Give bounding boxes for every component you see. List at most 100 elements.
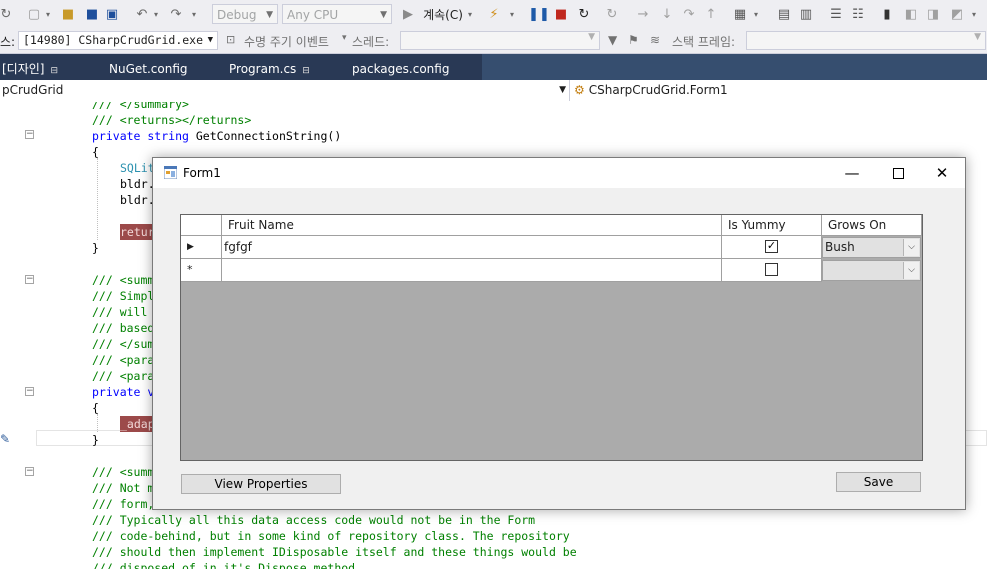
save-all-icon[interactable]: ▣	[104, 6, 120, 22]
collapse-icon[interactable]: −	[25, 467, 34, 476]
title-bar[interactable]: Form1 — ✕	[153, 158, 965, 188]
pin-icon[interactable]: ⊟	[302, 66, 310, 76]
close-button[interactable]: ✕	[919, 158, 965, 188]
outline-icon[interactable]: ▤	[776, 6, 792, 22]
keyword: private string	[92, 129, 196, 143]
maximize-button[interactable]	[875, 158, 921, 188]
collapse-icon[interactable]: −	[25, 130, 34, 139]
step-over-icon[interactable]: ↷	[682, 6, 696, 22]
view-properties-button[interactable]: View Properties	[181, 474, 341, 494]
dropdown-arrow-icon[interactable]: ▾	[970, 6, 978, 22]
next-bookmark-icon[interactable]: ◨	[926, 6, 940, 22]
show-next-statement-icon[interactable]: →	[636, 6, 650, 22]
row-header[interactable]: *	[181, 259, 222, 282]
yummy-checkbox[interactable]: ✓	[765, 240, 778, 253]
grows-on-value: Bush	[825, 240, 855, 254]
cell-is-yummy[interactable]: ✓	[722, 236, 822, 259]
new-item-icon[interactable]: ▢	[26, 6, 42, 22]
step-out-icon[interactable]: ↑	[704, 6, 718, 22]
undo-icon[interactable]: ↶	[134, 6, 150, 22]
data-grid[interactable]: Fruit Name Is Yummy Grows On ▶ fgfgf ✓ B…	[180, 214, 923, 461]
new-row-icon: *	[187, 263, 193, 276]
prev-bookmark-icon[interactable]: ◧	[904, 6, 918, 22]
save-button[interactable]: Save	[836, 472, 921, 492]
step-into-icon[interactable]: ↓	[660, 6, 674, 22]
show-threads-icon[interactable]: ≋	[650, 33, 660, 47]
flag-thread-icon[interactable]: ⚑	[628, 33, 639, 47]
cell-grows-on[interactable]: Bush ⌵	[822, 237, 921, 258]
restart-icon[interactable]: ↻	[576, 6, 592, 22]
method-signature: GetConnectionString()	[195, 129, 342, 143]
chevron-down-icon: ▼	[266, 10, 273, 20]
thread-combo[interactable]: ▼	[400, 31, 600, 50]
code-line: bldr.	[120, 177, 155, 191]
configuration-combo[interactable]: Debug ▼	[212, 4, 278, 24]
platform-value: Any CPU	[287, 8, 339, 22]
diagnostics-icon[interactable]: ▦	[732, 6, 748, 22]
type-dropdown[interactable]: ⚙ CSharpCrudGrid.Form1	[574, 80, 728, 101]
cell-grows-on[interactable]: ⌵	[822, 260, 921, 281]
lifecycle-events-icon[interactable]: ⊡	[226, 33, 235, 46]
bookmark-icon[interactable]: ▮	[880, 6, 894, 22]
column-header-is-yummy[interactable]: Is Yummy	[722, 215, 822, 236]
lifecycle-events-button[interactable]: 수명 주기 이벤트	[244, 33, 329, 50]
dropdown-button[interactable]: ⌵	[903, 239, 919, 256]
code-line: /// form,	[92, 497, 155, 511]
dropdown-arrow-icon[interactable]: ▾	[342, 33, 347, 43]
platform-combo[interactable]: Any CPU ▼	[282, 4, 392, 24]
tab-designer[interactable]: [디자인] ⊟	[2, 54, 58, 80]
pause-icon[interactable]: ❚❚	[528, 6, 550, 22]
dropdown-arrow-icon[interactable]: ▾	[152, 6, 160, 22]
code-line: /// Not m	[92, 481, 155, 495]
filter-icon[interactable]: ▼	[608, 33, 617, 47]
dropdown-arrow-icon[interactable]: ▾	[44, 6, 52, 22]
column-header-fruit-name[interactable]: Fruit Name	[222, 215, 722, 236]
dropdown-button[interactable]: ⌵	[903, 262, 919, 279]
code-line: /// </summary>	[92, 102, 189, 111]
tab-label: packages.config	[352, 62, 450, 76]
thread-label: 스레드:	[352, 35, 390, 49]
continue-button[interactable]: 계속(C)	[418, 6, 468, 22]
save-icon[interactable]: ■	[84, 6, 100, 22]
redo-arrow-icon[interactable]: ↷	[168, 6, 184, 22]
cell-fruit-name[interactable]: fgfgf	[222, 236, 722, 259]
redo-icon[interactable]: ↻	[0, 6, 12, 22]
tab-nuget-config[interactable]: NuGet.config	[109, 54, 188, 80]
collapse-icon[interactable]: −	[25, 275, 34, 284]
collapse-icon[interactable]: −	[25, 387, 34, 396]
comment-icon[interactable]: ☰	[828, 6, 844, 22]
edit-pencil-icon: ✎	[0, 432, 11, 446]
code-line: /// <summ	[92, 273, 155, 287]
pin-icon[interactable]: ⊟	[50, 66, 58, 76]
code-line: /// will	[92, 305, 155, 319]
tab-label: Program.cs	[229, 62, 297, 76]
hot-restart-icon[interactable]: ↻	[604, 6, 620, 22]
stop-icon[interactable]: ■	[554, 6, 568, 22]
project-name: pCrudGrid	[2, 83, 64, 97]
minimize-button[interactable]: —	[829, 158, 875, 188]
dropdown-arrow-icon[interactable]: ▾	[466, 6, 474, 22]
cell-is-yummy[interactable]	[722, 259, 822, 282]
clear-bookmarks-icon[interactable]: ◩	[950, 6, 964, 22]
dropdown-arrow-icon[interactable]: ▾	[190, 6, 198, 22]
indent-guide	[97, 158, 99, 240]
column-header-grows-on[interactable]: Grows On	[822, 215, 922, 236]
tab-packages-config[interactable]: packages.config	[352, 54, 449, 80]
cell-fruit-name[interactable]	[222, 259, 722, 282]
uncomment-icon[interactable]: ☷	[850, 6, 866, 22]
class-icon: ⚙	[574, 83, 585, 97]
play-icon[interactable]: ▶	[402, 6, 414, 22]
tab-program-cs[interactable]: Program.cs ⊟	[229, 54, 310, 80]
dropdown-arrow-icon[interactable]: ▾	[508, 6, 516, 22]
dropdown-arrow-icon[interactable]: ▾	[752, 6, 760, 22]
tab-strip-background	[482, 54, 987, 80]
chevron-down-icon: ▼	[207, 35, 213, 45]
layout-icon[interactable]: ▥	[798, 6, 814, 22]
stack-frame-combo[interactable]: ▼	[746, 31, 986, 50]
project-dropdown[interactable]: pCrudGrid ▼	[0, 80, 570, 101]
yummy-checkbox[interactable]	[765, 263, 778, 276]
process-combo[interactable]: [14980] CSharpCrudGrid.exe ▼	[18, 31, 218, 50]
row-header[interactable]: ▶	[181, 236, 222, 259]
hot-reload-icon[interactable]: ⚡	[486, 6, 502, 22]
open-folder-icon[interactable]: ■	[60, 6, 76, 22]
